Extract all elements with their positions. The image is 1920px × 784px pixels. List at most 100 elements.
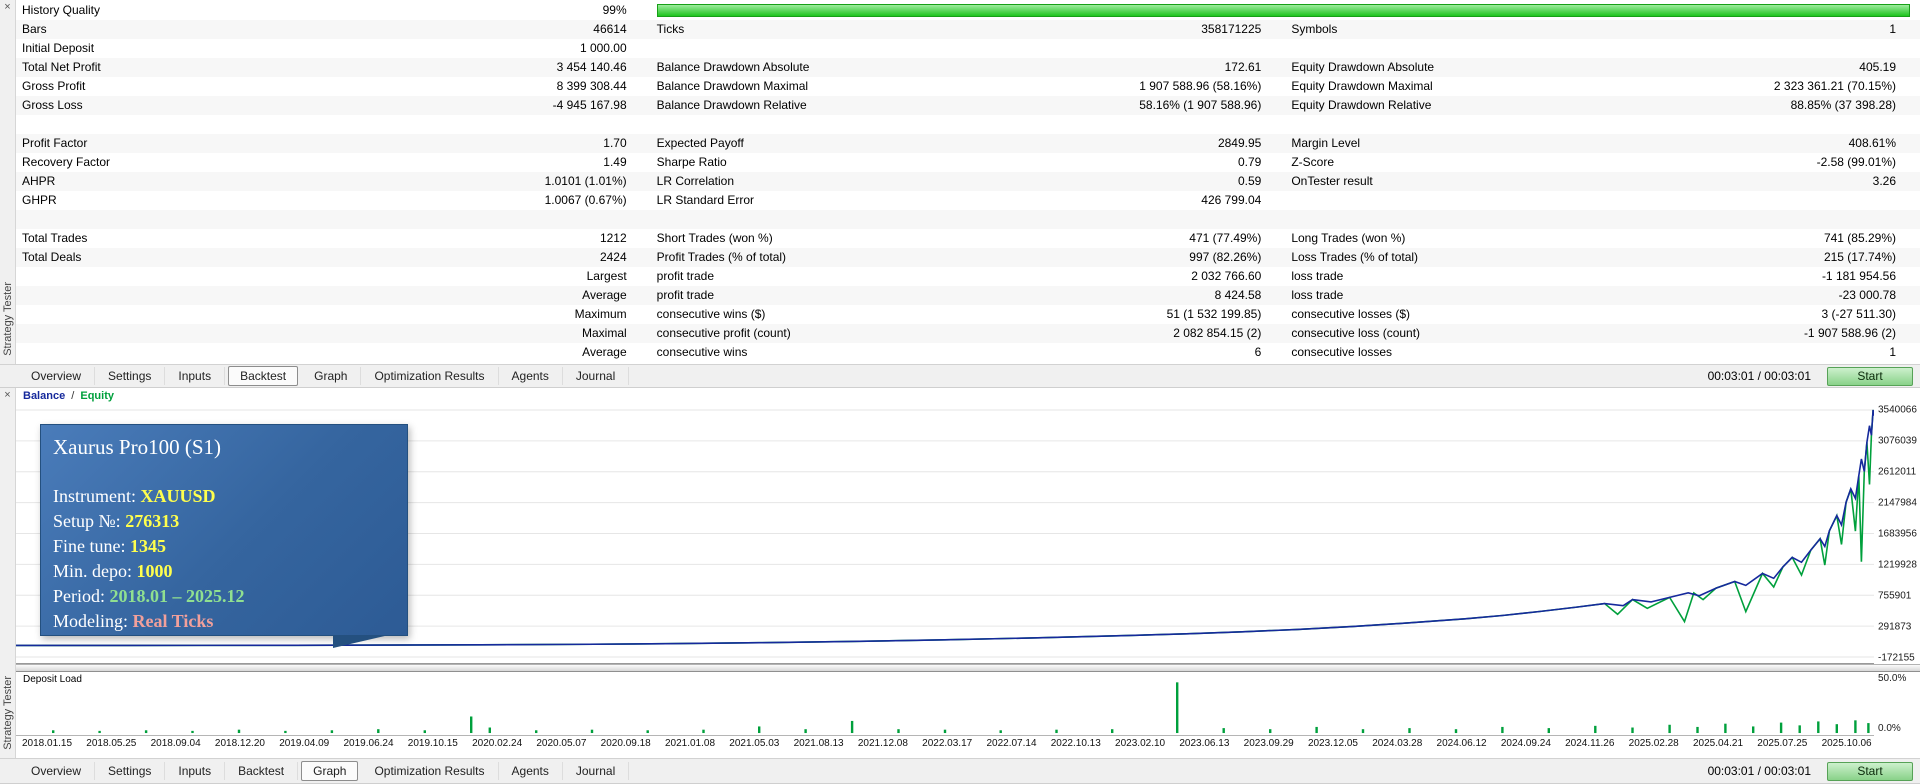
strategy-tester-side-strip-bottom: × Strategy Tester	[0, 388, 16, 758]
stat-label: Ticks	[656, 22, 685, 36]
tab-journal[interactable]: Journal	[563, 367, 630, 385]
start-button[interactable]: Start	[1827, 761, 1913, 781]
tab-backtest[interactable]: Backtest	[228, 366, 299, 386]
deposit-bar	[999, 730, 1002, 734]
info-box-title: Xaurus Pro100 (S1)	[53, 435, 221, 459]
deposit-bar	[1854, 720, 1857, 734]
x-axis-label: 2020.09.18	[600, 738, 651, 749]
y-axis-label: 755901	[1878, 590, 1912, 602]
tab-inputs[interactable]: Inputs	[165, 367, 226, 385]
stat-pair: loss trade -1 181 954.56	[1285, 267, 1920, 286]
stat-label: Initial Deposit	[22, 41, 95, 55]
top-tab-bar: Overview Settings Inputs Backtest Graph Optim…	[0, 364, 1920, 388]
stat-pair: Long Trades (won %) 741 (85.29%)	[1285, 229, 1920, 248]
stat-pair: GHPR 1.0067 (0.67%)	[16, 191, 651, 210]
deposit-load-canvas	[52, 682, 1870, 734]
stat-value: 46614	[593, 22, 627, 36]
stat-label: Short Trades (won %)	[656, 231, 773, 245]
tab-graph[interactable]: Graph	[301, 367, 362, 385]
info-line-value: 1000	[136, 561, 173, 581]
stat-value: 741 (85.29%)	[1823, 231, 1896, 245]
tab-inputs[interactable]: Inputs	[165, 762, 226, 780]
y-axis-label: 3076039	[1878, 435, 1917, 447]
y-axis-label: 1683956	[1878, 528, 1917, 540]
stats-row: Total Deals 2424 Profit Trades (% of total…	[16, 248, 1920, 267]
stat-label: Balance Drawdown Absolute	[656, 60, 810, 74]
start-button[interactable]: Start	[1827, 366, 1913, 386]
x-axis-label: 2025.07.25	[1757, 738, 1808, 749]
stat-label: OnTester result	[1291, 174, 1373, 188]
stat-label: LR Standard Error	[656, 193, 755, 207]
x-axis-label: 2019.04.09	[279, 738, 330, 749]
tab-settings[interactable]: Settings	[95, 762, 166, 780]
horizontal-splitter[interactable]	[16, 664, 1920, 672]
stat-pair: Short Trades (won %) 471 (77.49%)	[651, 229, 1286, 248]
stat-value: Average	[582, 288, 627, 302]
info-line-label: Setup №:	[53, 511, 126, 531]
stats-row: Average profit trade 8 424.58 loss trade -23…	[16, 286, 1920, 305]
deposit-bar	[1594, 725, 1597, 734]
deposit-bar	[1779, 722, 1783, 734]
deposit-bar	[1631, 727, 1634, 734]
stat-label: Equity Drawdown Maximal	[1291, 79, 1433, 93]
stat-pair: Balance Drawdown Relative 58.16% (1 907 5…	[651, 96, 1286, 115]
deposit-bar	[52, 730, 55, 734]
stat-pair: AHPR 1.0101 (1.01%)	[16, 172, 651, 191]
legend-equity: Equity	[80, 390, 114, 402]
stat-value: 1.0101 (1.01%)	[544, 174, 627, 188]
stat-pair: Sharpe Ratio 0.79	[651, 153, 1286, 172]
info-box-line: Min. depo: 1000	[53, 559, 407, 584]
stats-row: Total Trades 1212 Short Trades (won %) 471 …	[16, 229, 1920, 248]
close-icon[interactable]: ×	[4, 0, 10, 17]
x-axis-label: 2023.02.10	[1115, 738, 1166, 749]
tab-optimization-results[interactable]: Optimization Results	[361, 762, 499, 780]
info-box-lines: Instrument: XAUUSD Setup №: 276313 Fine tu…	[53, 484, 407, 634]
info-box-line: Setup №: 276313	[53, 509, 407, 534]
info-box-line: Instrument: XAUUSD	[53, 484, 407, 509]
tab-overview[interactable]: Overview	[18, 762, 96, 780]
deposit-bar	[1501, 726, 1504, 734]
stat-pair: Recovery Factor 1.49	[16, 153, 651, 172]
tab-graph[interactable]: Graph	[301, 761, 359, 781]
tab-optimization-results[interactable]: Optimization Results	[361, 367, 499, 385]
stat-value: 358171225	[1201, 22, 1262, 36]
history-quality-row: History Quality 99%	[16, 1, 1920, 20]
tab-backtest[interactable]: Backtest	[225, 762, 299, 780]
tab-agents[interactable]: Agents	[499, 367, 563, 385]
x-axis-label: 2018.12.20	[214, 738, 265, 749]
stat-pair: Ticks 358171225	[651, 20, 1286, 39]
deposit-bar	[702, 729, 705, 734]
stat-value: 2 032 766.60	[1191, 269, 1262, 283]
x-axis-label: 2022.10.13	[1050, 738, 1101, 749]
stat-label: Sharpe Ratio	[656, 155, 727, 169]
y-axis: 3540066 3076039 2612011 2147984 1683956 12199…	[1874, 404, 1920, 664]
tab-journal[interactable]: Journal	[563, 762, 630, 780]
deposit-bar	[1817, 721, 1820, 734]
deposit-bar	[144, 730, 148, 734]
info-line-value: 276313	[125, 511, 180, 531]
stat-value: -23 000.78	[1838, 288, 1896, 302]
stat-label: consecutive wins ($)	[656, 307, 766, 321]
stat-pair: Average	[16, 343, 651, 362]
x-axis-label: 2021.08.13	[793, 738, 844, 749]
info-box-line: Modeling: Real Ticks	[53, 609, 407, 634]
stat-value: 1.49	[603, 155, 627, 169]
stat-value: 3 (-27 511.30)	[1821, 307, 1897, 321]
stat-label: Bars	[22, 22, 47, 36]
tab-agents[interactable]: Agents	[499, 762, 563, 780]
stat-pair: Symbols 1	[1285, 20, 1920, 39]
x-axis-label: 2023.12.05	[1307, 738, 1358, 749]
legend-balance: Balance	[23, 390, 66, 402]
stat-value: 0.79	[1237, 155, 1262, 169]
tab-overview[interactable]: Overview	[18, 367, 96, 385]
stat-pair: Margin Level 408.61%	[1285, 134, 1920, 153]
info-line-value: Real Ticks	[132, 611, 214, 631]
stats-row: Maximal consecutive profit (count) 2 082 8…	[16, 324, 1920, 343]
tab-settings[interactable]: Settings	[95, 367, 166, 385]
stat-value: 405.19	[1859, 60, 1896, 74]
stat-value: 471 (77.49%)	[1189, 231, 1262, 245]
stat-pair: Expected Payoff 2849.95	[651, 134, 1286, 153]
stat-pair: Equity Drawdown Absolute 405.19	[1285, 58, 1920, 77]
deposit-bar	[1176, 682, 1179, 734]
close-icon[interactable]: ×	[4, 388, 10, 405]
